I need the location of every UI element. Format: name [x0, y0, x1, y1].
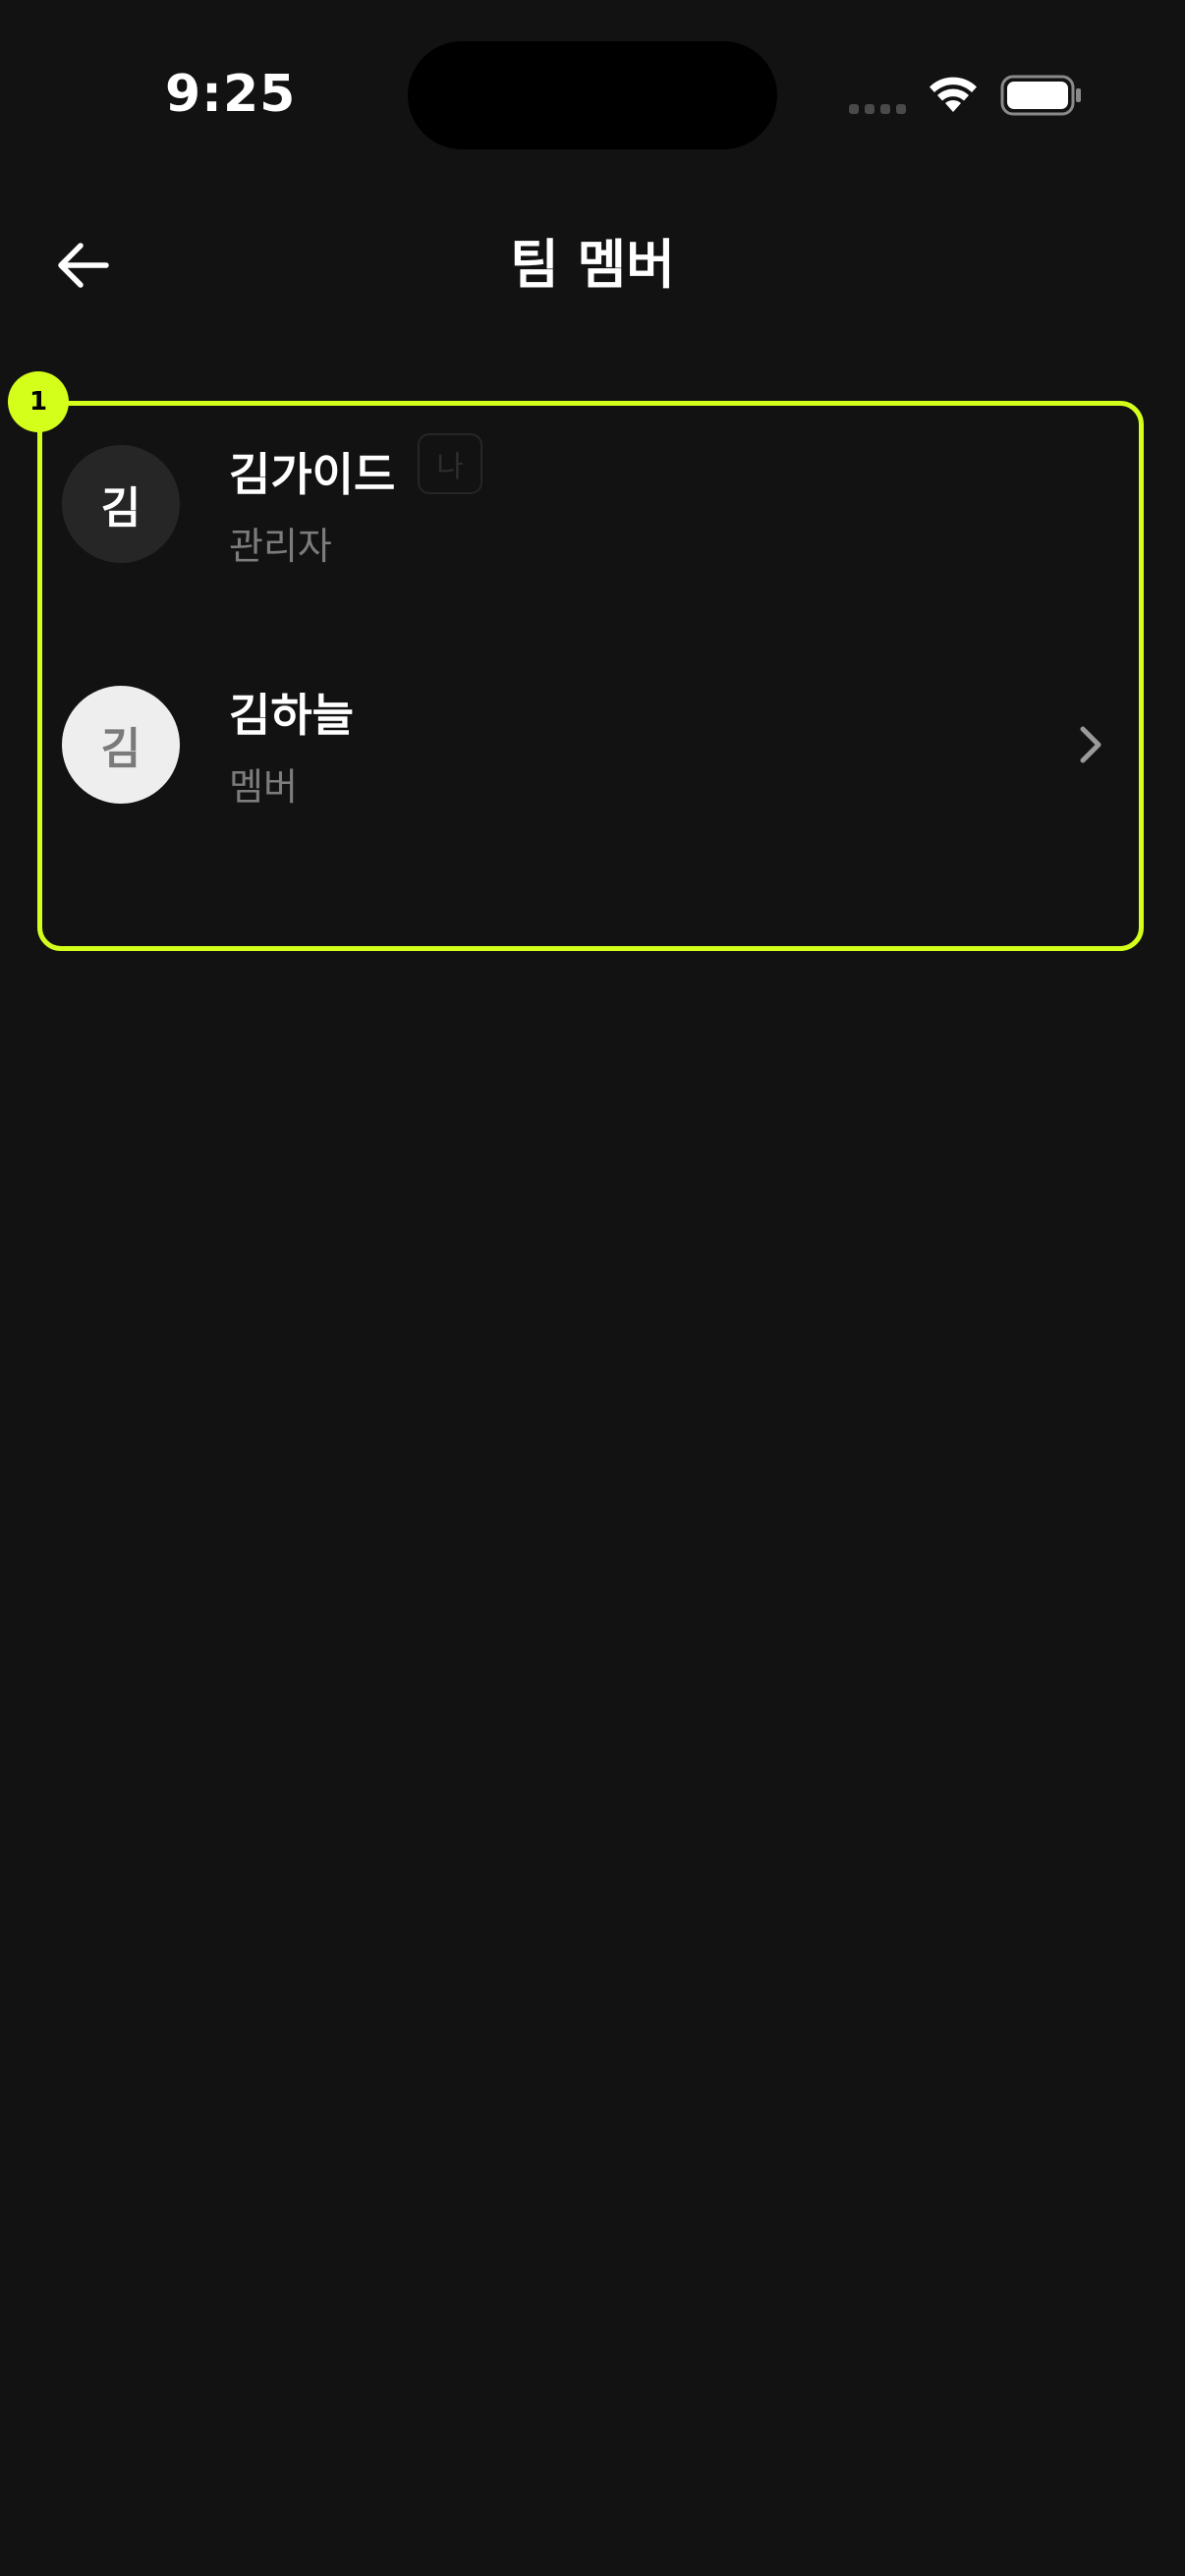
member-row: 김 김가이드 나 관리자	[42, 433, 1139, 632]
arrow-left-icon	[58, 243, 109, 288]
status-time: 9:25	[165, 65, 297, 124]
status-bar: 9:25	[0, 0, 1185, 177]
member-name: 김가이드	[229, 448, 396, 501]
avatar: 김	[62, 686, 180, 804]
dynamic-island	[408, 41, 777, 149]
member-role: 멤버	[229, 765, 298, 809]
member-role: 관리자	[229, 525, 332, 568]
back-button[interactable]	[43, 226, 122, 305]
chevron-right-icon	[1080, 726, 1101, 763]
member-list: 김 김가이드 나 관리자 김 김하늘 멤버	[37, 401, 1144, 951]
self-badge: 나	[418, 433, 482, 494]
avatar: 김	[62, 445, 180, 563]
wifi-icon	[930, 77, 977, 112]
page-title: 팀 멤버	[510, 234, 675, 296]
battery-icon	[1000, 75, 1081, 116]
member-row[interactable]: 김 김하늘 멤버	[42, 676, 1139, 872]
member-name: 김하늘	[229, 689, 354, 742]
signal-dots-icon	[849, 104, 906, 114]
header: 팀 멤버	[0, 196, 1185, 334]
annotation-marker: 1	[8, 371, 69, 432]
